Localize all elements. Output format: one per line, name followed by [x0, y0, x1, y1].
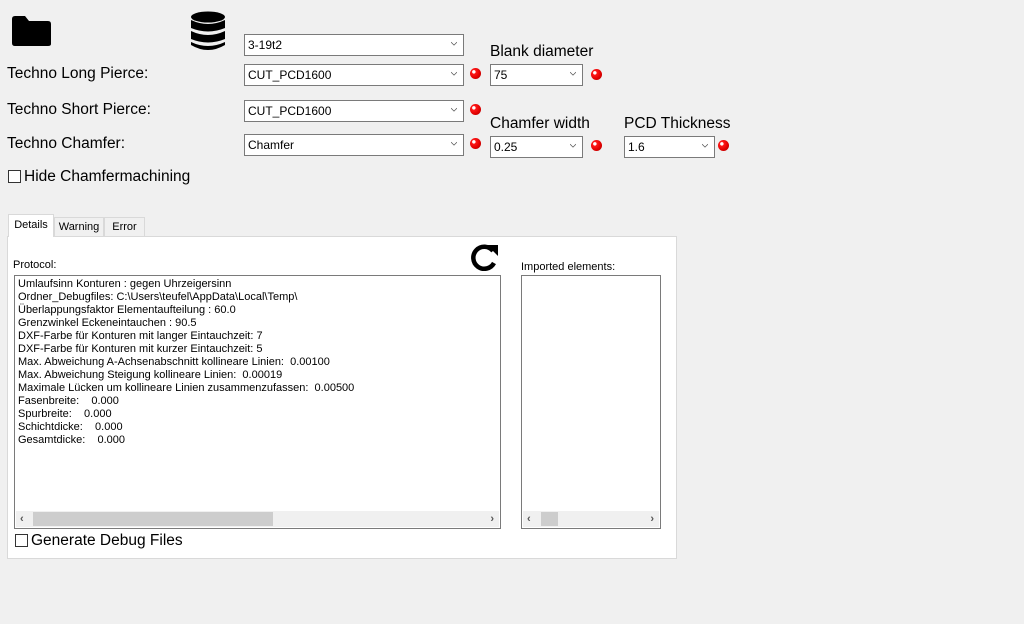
long-pierce-value: CUT_PCD1600 — [248, 68, 332, 82]
long-pierce-label: Techno Long Pierce: — [7, 65, 149, 82]
protocol-line: DXF-Farbe für Konturen mit kurzer Eintau… — [18, 343, 263, 355]
protocol-list[interactable]: Umlaufsinn Konturen : gegen Uhrzeigersin… — [14, 275, 501, 529]
scroll-left-icon[interactable]: ‹ — [527, 513, 531, 525]
generate-debug-checkbox[interactable] — [15, 534, 28, 547]
chamfer-value: Chamfer — [248, 138, 295, 152]
protocol-line: Fasenbreite: 0.000 — [18, 395, 119, 407]
short-pierce-label: Techno Short Pierce: — [7, 101, 151, 118]
chamfer-status-led — [470, 138, 481, 149]
protocol-line: Maximale Lücken um kollineare Linien zus… — [18, 382, 355, 394]
pcd-thickness-label: PCD Thickness — [624, 115, 731, 132]
details-panel: Protocol: Imported elements: Umlaufsinn … — [7, 236, 677, 559]
protocol-label: Protocol: — [13, 259, 57, 271]
short-pierce-status-led — [470, 104, 481, 115]
hide-chamfer-label[interactable]: Hide Chamfermachining — [24, 168, 190, 186]
chamfer-select[interactable]: Chamfer — [244, 134, 464, 156]
tab-error[interactable]: Error — [104, 217, 145, 236]
protocol-line: Schichtdicke: 0.000 — [18, 421, 123, 433]
scroll-thumb[interactable] — [541, 512, 558, 526]
blank-diameter-status-led — [591, 69, 602, 80]
protocol-line: DXF-Farbe für Konturen mit langer Eintau… — [18, 330, 263, 342]
refresh-icon[interactable] — [467, 241, 501, 275]
imported-elements-list[interactable]: ‹ › — [521, 275, 661, 529]
chevron-down-icon — [570, 71, 576, 76]
chamfer-width-select[interactable]: 0.25 — [490, 136, 583, 158]
protocol-line: Umlaufsinn Konturen : gegen Uhrzeigersin… — [18, 278, 232, 290]
imported-horizontal-scrollbar[interactable]: ‹ › — [523, 511, 659, 527]
protocol-line: Überlappungsfaktor Elementaufteilung : 6… — [18, 304, 236, 316]
scroll-left-icon[interactable]: ‹ — [20, 513, 24, 525]
pcd-thickness-value: 1.6 — [628, 140, 645, 154]
chevron-down-icon — [451, 141, 457, 146]
generate-debug-label[interactable]: Generate Debug Files — [31, 532, 183, 550]
protocol-line: Max. Abweichung A-Achsenabschnitt kollin… — [18, 356, 330, 368]
chamfer-label: Techno Chamfer: — [7, 135, 126, 152]
protocol-line: Ordner_Debugfiles: C:\Users\teufel\AppDa… — [18, 291, 298, 303]
chamfer-width-value: 0.25 — [494, 140, 518, 154]
protocol-line: Grenzwinkel Eckeneintauchen : 90.5 — [18, 317, 197, 329]
scroll-thumb[interactable] — [33, 512, 273, 526]
tab-warning[interactable]: Warning — [54, 217, 104, 236]
chevron-down-icon — [451, 107, 457, 112]
database-icon[interactable] — [190, 11, 226, 51]
protocol-line: Gesamtdicke: 0.000 — [18, 434, 125, 446]
tab-details-label: Details — [14, 219, 48, 231]
database-select[interactable]: 3-19t2 — [244, 34, 464, 56]
protocol-line: Max. Abweichung Steigung kollineare Lini… — [18, 369, 283, 381]
tab-warning-label: Warning — [58, 221, 100, 233]
imported-elements-label: Imported elements: — [521, 261, 616, 273]
chamfer-width-status-led — [591, 140, 602, 151]
pcd-thickness-status-led — [718, 140, 729, 151]
protocol-text: Umlaufsinn Konturen : gegen Uhrzeigersin… — [18, 278, 354, 447]
chevron-down-icon — [702, 143, 708, 148]
hide-chamfer-checkbox[interactable] — [8, 170, 21, 183]
long-pierce-select[interactable]: CUT_PCD1600 — [244, 64, 464, 86]
tab-error-label: Error — [112, 221, 137, 233]
blank-diameter-value: 75 — [494, 68, 508, 82]
short-pierce-select[interactable]: CUT_PCD1600 — [244, 100, 464, 122]
folder-icon[interactable] — [10, 15, 52, 47]
short-pierce-value: CUT_PCD1600 — [248, 104, 332, 118]
tab-details[interactable]: Details — [8, 214, 54, 237]
blank-diameter-select[interactable]: 75 — [490, 64, 583, 86]
long-pierce-status-led — [470, 68, 481, 79]
scroll-right-icon[interactable]: › — [650, 513, 654, 525]
protocol-horizontal-scrollbar[interactable]: ‹ › — [16, 511, 499, 527]
chevron-down-icon — [570, 143, 576, 148]
chevron-down-icon — [451, 41, 457, 46]
chamfer-width-label: Chamfer width — [490, 115, 590, 132]
pcd-thickness-select[interactable]: 1.6 — [624, 136, 715, 158]
blank-diameter-label: Blank diameter — [490, 43, 594, 60]
chevron-down-icon — [451, 71, 457, 76]
protocol-line: Spurbreite: 0.000 — [18, 408, 112, 420]
database-select-value: 3-19t2 — [248, 38, 283, 52]
scroll-right-icon[interactable]: › — [490, 513, 494, 525]
